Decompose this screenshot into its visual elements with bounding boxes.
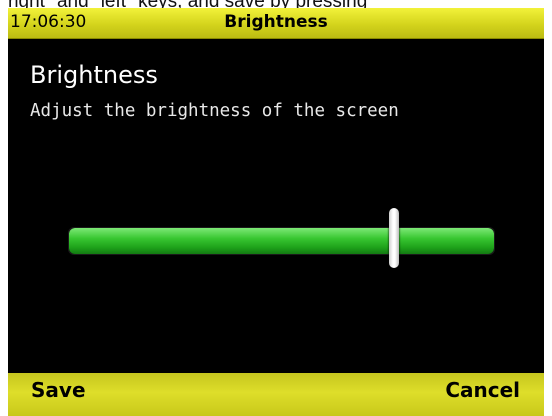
cancel-button[interactable]: Cancel — [445, 378, 520, 402]
save-button[interactable]: Save — [31, 378, 86, 402]
page-description: Adjust the brightness of the screen — [30, 101, 399, 121]
slider-track[interactable] — [69, 228, 494, 254]
status-title: Brightness — [224, 12, 328, 32]
page: right" and "left" keys, and save by pres… — [0, 0, 552, 416]
softkey-bar: Save Cancel — [8, 373, 544, 416]
slider-fill — [69, 228, 494, 254]
content-area — [8, 39, 544, 381]
brightness-slider[interactable] — [68, 208, 495, 268]
page-title: Brightness — [30, 61, 158, 89]
slider-thumb[interactable] — [389, 208, 399, 268]
device-screen: 17:06:30 Brightness Brightness Adjust th… — [8, 8, 544, 416]
status-bar: 17:06:30 Brightness — [8, 8, 544, 39]
